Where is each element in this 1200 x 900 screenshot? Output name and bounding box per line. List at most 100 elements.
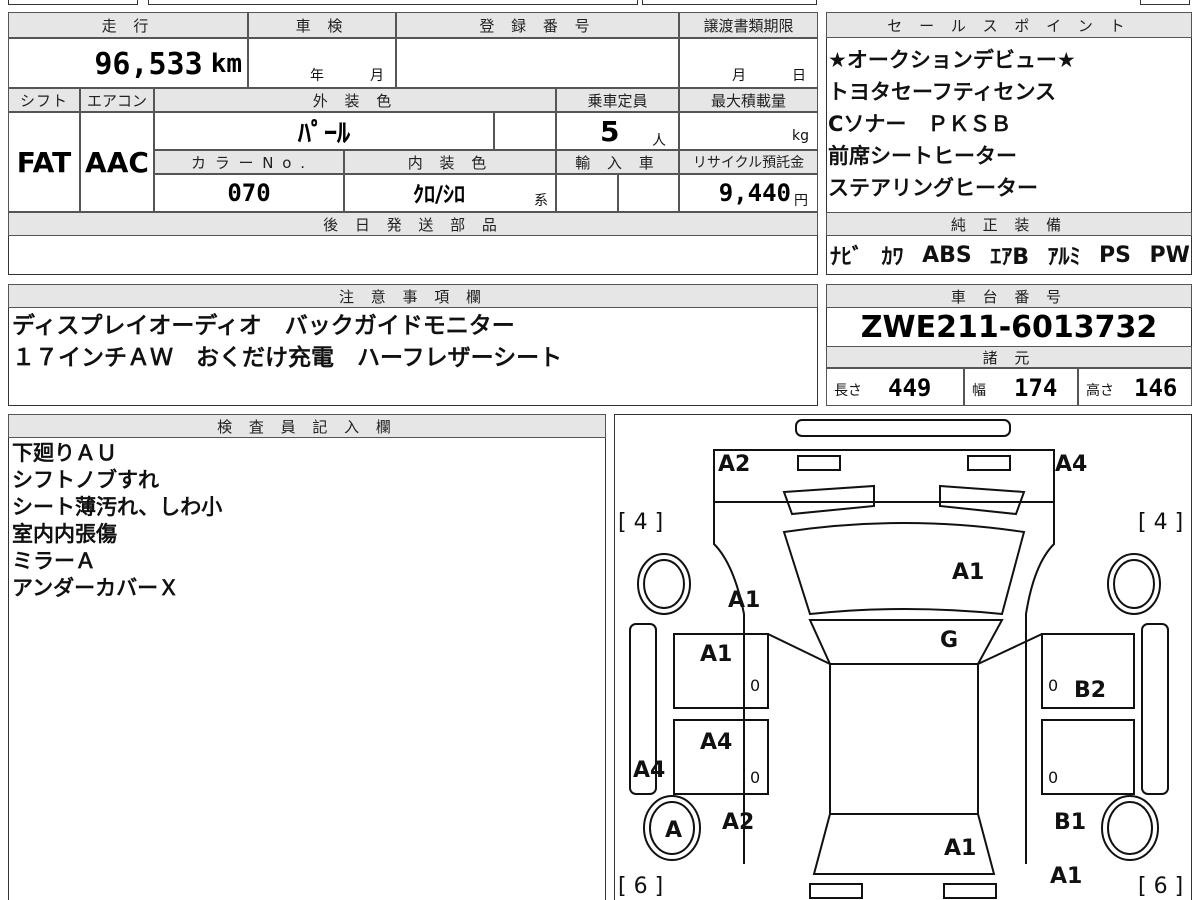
import-cell-left xyxy=(556,174,618,212)
mileage-header: 走 行 xyxy=(8,12,248,38)
tire-rr-mark: [ 6 ] xyxy=(1138,874,1184,899)
mileage-number: 96,533 xyxy=(94,46,203,82)
sales-point-item: トヨタセーフティセンス xyxy=(828,80,1057,104)
front-panel-shape xyxy=(713,449,1055,503)
wheel-fr-shape xyxy=(1107,553,1161,615)
equipment-item: ｱﾙﾐ xyxy=(1047,245,1081,270)
width-value: 174 xyxy=(1014,374,1058,402)
tire-fl-mark: [ 4 ] xyxy=(618,510,664,535)
mark-front-door-left: A1 xyxy=(700,642,733,667)
sales-point-item: ステアリングヒーター xyxy=(828,176,1038,200)
mark-roof-rear: A1 xyxy=(944,836,977,861)
transfer-header: 譲渡書類期限 xyxy=(679,12,818,38)
door-left-link xyxy=(767,633,831,665)
interior-suffix: 系 xyxy=(534,193,548,209)
import-header: 輸 入 車 xyxy=(556,150,679,174)
hood-shape xyxy=(782,522,1026,616)
inspection-month: 月 xyxy=(370,68,384,84)
later-parts-header: 後 日 発 送 部 品 xyxy=(8,212,818,236)
recycle-value: 9,440 xyxy=(718,179,791,207)
transfer-day: 日 xyxy=(792,68,806,84)
length-label: 長さ xyxy=(834,383,862,399)
registration-cell xyxy=(396,38,679,88)
rear-lamp-right-shape xyxy=(943,883,997,899)
length-value: 449 xyxy=(888,374,932,402)
transfer-month: 月 xyxy=(732,68,746,84)
capacity-unit: 人 xyxy=(652,133,666,149)
mark-windshield: G xyxy=(940,628,959,653)
ac-value: AAC xyxy=(85,145,149,179)
note-line: １７インチＡＷ おくだけ充電 ハーフレザーシート xyxy=(12,345,563,371)
zero-fr: 0 xyxy=(1048,676,1059,695)
shift-value: FAT xyxy=(16,145,72,179)
equipment-item: ｶﾜ xyxy=(881,245,904,270)
mark-rear-right-fender: B1 xyxy=(1054,810,1087,835)
chassis-value: ZWE211-6013732 xyxy=(860,309,1158,345)
windshield-shape xyxy=(808,619,1004,665)
registration-header: 登 録 番 号 xyxy=(396,12,679,38)
mileage-value: 96,533 km xyxy=(8,40,246,88)
exterior-value: ﾊﾟｰﾙ xyxy=(297,118,350,149)
inspector-line: 下廻りＡＵ xyxy=(12,441,117,465)
top-strip xyxy=(0,0,1200,6)
mark-sill-left: A4 xyxy=(633,758,666,783)
tire-fr-mark: [ 4 ] xyxy=(1138,510,1184,535)
inspection-year: 年 xyxy=(310,68,324,84)
recycle-header: リサイクル預託金 xyxy=(679,150,818,174)
equipment-item: ABS xyxy=(922,242,972,268)
sill-right-shape xyxy=(1141,623,1169,795)
inspector-line: シート薄汚れ、しわ小 xyxy=(12,495,223,519)
import-cell-right xyxy=(618,174,679,212)
note-line: ディスプレイオーディオ バックガイドモニター xyxy=(12,313,515,339)
sales-point-item: Cソナー ＰＫＳＢ xyxy=(828,112,1012,136)
equipment-list: ﾅﾋﾞ ｶﾜ ABS ｴｱB ｱﾙﾐ PS PW xyxy=(830,238,1190,272)
mark-top-right: A4 xyxy=(1055,452,1088,477)
mark-rear-wheel-left: A xyxy=(665,818,683,843)
inspector-header: 検 査 員 記 入 欄 xyxy=(8,414,606,438)
capacity-value: 5 xyxy=(600,114,620,148)
inspector-line: シフトノブすれ xyxy=(12,468,159,492)
grille-right-shape xyxy=(939,484,1026,516)
interior-value: ｸﾛ/ｼﾛ xyxy=(412,183,466,208)
color-no-value: 070 xyxy=(227,179,271,207)
width-label: 幅 xyxy=(972,383,986,399)
headlight-left-shape xyxy=(797,455,841,471)
capacity-header: 乗車定員 xyxy=(556,88,679,112)
load-header: 最大積載量 xyxy=(679,88,818,112)
zero-rr: 0 xyxy=(1048,768,1059,787)
wheel-rr-shape xyxy=(1101,795,1159,861)
sales-points-header: セ ー ル ス ポ イ ン ト xyxy=(826,12,1192,38)
mileage-unit: km xyxy=(210,49,242,79)
mark-rear-left-fender: A2 xyxy=(722,810,755,835)
mark-top-left: A2 xyxy=(718,452,751,477)
mark-rear-right-door: B2 xyxy=(1074,678,1107,703)
notes-list: ディスプレイオーディオ バックガイドモニター １７インチＡＷ おくだけ充電 ハーフ… xyxy=(12,310,812,374)
wheel-fr-inner xyxy=(1113,559,1155,609)
tire-rl-mark: [ 6 ] xyxy=(618,874,664,899)
recycle-unit: 円 xyxy=(794,193,808,209)
roof-shape xyxy=(829,663,979,815)
door-right-link xyxy=(977,633,1043,665)
chassis-header: 車 台 番 号 xyxy=(826,284,1192,308)
wheel-fl-inner xyxy=(643,559,685,609)
mark-hood: A1 xyxy=(952,560,985,585)
equipment-item: PS xyxy=(1099,242,1132,268)
wheel-fl-shape xyxy=(637,553,691,615)
exterior-header: 外 装 色 xyxy=(154,88,556,112)
notes-header: 注 意 事 項 欄 xyxy=(8,284,818,308)
wheel-rr-inner xyxy=(1107,801,1153,855)
inspection-header: 車 検 xyxy=(248,12,396,38)
height-value: 146 xyxy=(1134,374,1178,402)
mark-front-left: A1 xyxy=(728,588,761,613)
interior-header: 内 装 色 xyxy=(344,150,556,174)
inspector-line: 室内内張傷 xyxy=(12,522,117,546)
equipment-item: ﾅﾋﾞ xyxy=(830,245,864,270)
color-no-header: カ ラ ー N o . xyxy=(154,150,344,174)
inspector-line: アンダーカバーＸ xyxy=(12,576,180,600)
zero-fl: 0 xyxy=(750,676,761,695)
exterior-extra-cell xyxy=(494,112,556,150)
load-unit: kg xyxy=(792,128,809,144)
sales-point-item: ★オークションデビュー★ xyxy=(828,48,1076,72)
shift-header: シフト xyxy=(8,88,80,112)
mark-rear-bottom-right: A1 xyxy=(1050,864,1083,889)
